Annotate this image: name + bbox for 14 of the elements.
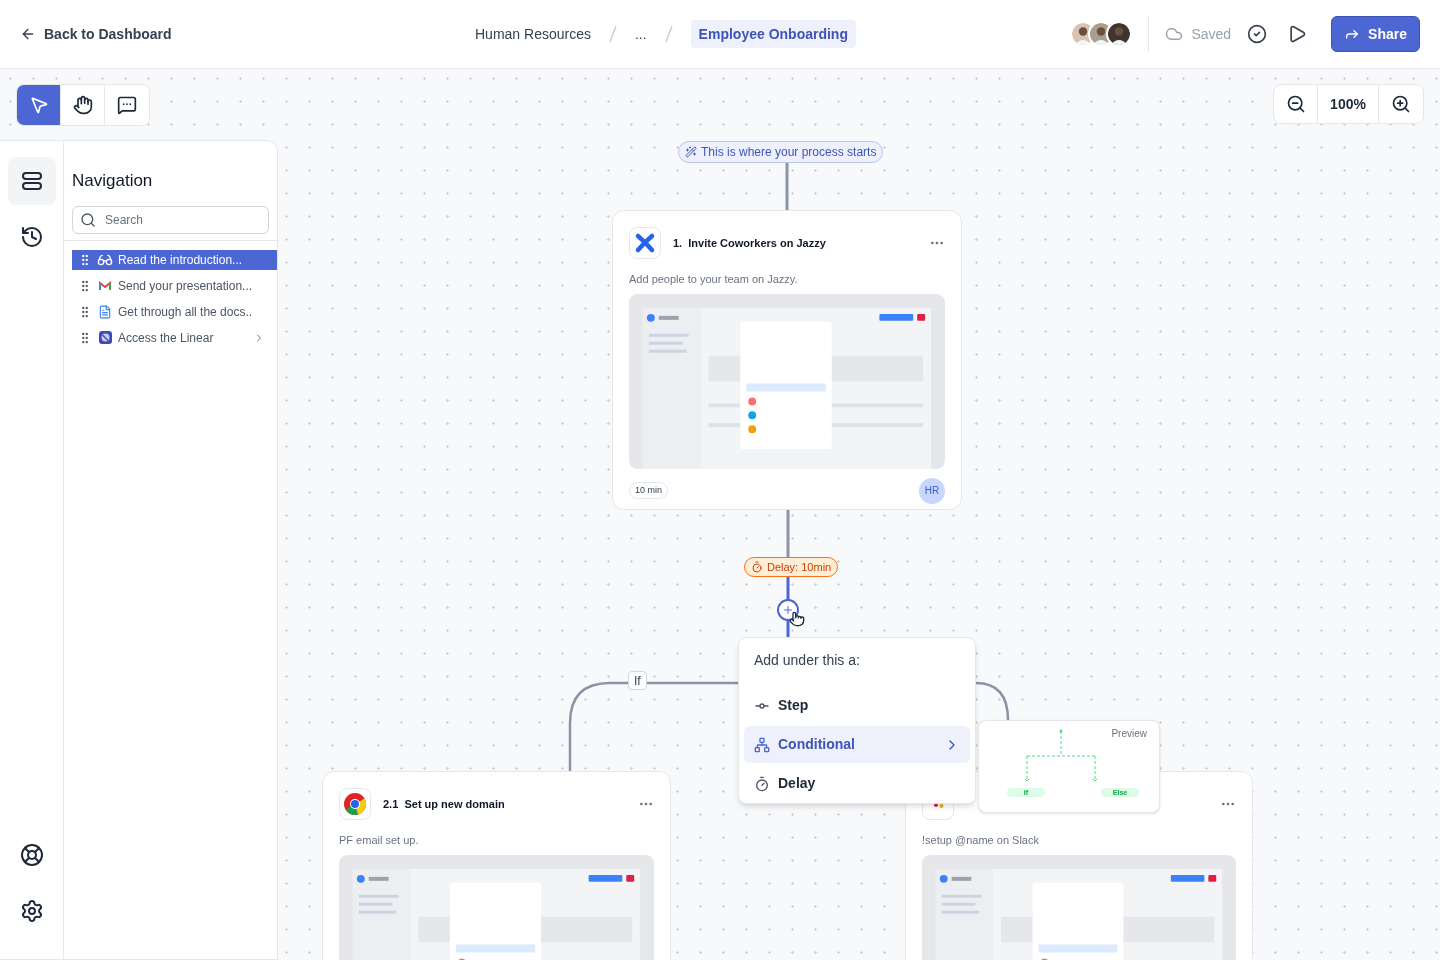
step-description: !setup @name on Slack: [922, 833, 1040, 848]
step-description: Add people to your team on Jazzy.: [629, 272, 799, 287]
zoom-level: 100%: [1318, 85, 1379, 123]
step-title: 2.1 Set up new domain: [383, 796, 505, 812]
step-title: 1. Invite Coworkers on Jazzy: [673, 235, 826, 251]
panel-title: Navigation: [72, 170, 154, 192]
delay-tag: Delay: 10min: [744, 557, 839, 577]
start-label: This is where your process starts: [678, 141, 884, 163]
branch-label: If: [628, 671, 647, 690]
assignee-avatar: HR: [919, 477, 945, 504]
step-description: PF email set up.: [339, 833, 420, 848]
preview-title: Preview: [1111, 727, 1147, 741]
menu-title: Add under this a:: [754, 651, 861, 670]
save-status: Saved: [1165, 24, 1232, 44]
